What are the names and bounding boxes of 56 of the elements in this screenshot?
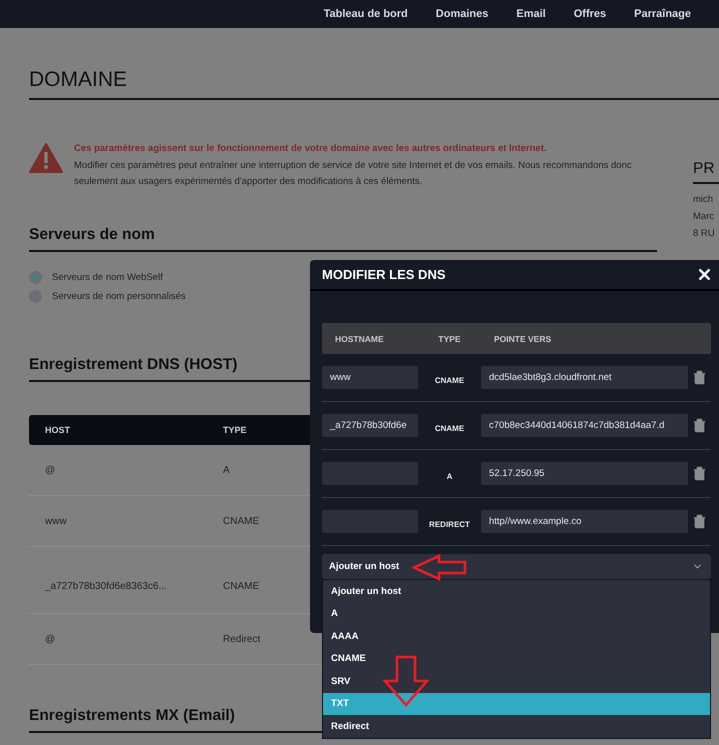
trash-icon[interactable] — [692, 514, 707, 529]
table-cell-text: CNAME — [223, 580, 260, 592]
hostname-field[interactable]: www — [322, 366, 418, 389]
dropdown-option[interactable]: SRV — [323, 670, 710, 692]
hostname-field[interactable] — [322, 510, 418, 533]
target-field[interactable]: 52.17.250.95 — [481, 462, 688, 485]
table-cell: CNAME — [223, 516, 260, 526]
column-header: HOSTNAME — [334, 334, 385, 344]
trash-icon[interactable] — [692, 370, 707, 385]
nav-link[interactable]: Email — [502, 8, 560, 20]
radio-button[interactable] — [29, 271, 42, 284]
nav-link[interactable]: Offres — [560, 8, 620, 20]
column-header: TYPE — [223, 425, 247, 435]
trash-icon[interactable] — [692, 466, 707, 481]
table-cell-text: _a727b78b30fd6e8363c6... — [45, 580, 167, 592]
column-header: HOST — [45, 425, 70, 435]
record-type: REDIRECT — [428, 519, 471, 529]
warning-text: Modifier ces paramètres peut entraîner une interruption de service de votre site Internet et de vos emails. Nous recommandons donc seulement aux usagers expérimentés d'apporter des modifications à ces éléments. — [74, 159, 633, 189]
page-title: DOMAINE — [29, 68, 719, 100]
dropdown-option[interactable]: CNAME — [323, 648, 710, 670]
nav-link[interactable]: Parraînage — [620, 8, 705, 20]
hostname-field[interactable] — [322, 462, 418, 485]
close-icon[interactable] — [696, 266, 713, 283]
record-type: A — [446, 471, 454, 481]
target-field[interactable]: http//www.example.co — [481, 510, 688, 533]
table-cell: www — [45, 516, 67, 526]
panel-heading: PR — [693, 160, 719, 184]
panel-text: Marc — [693, 211, 714, 222]
target-field[interactable]: dcd5lae3bt8g3.cloudfront.net — [481, 366, 688, 389]
down-arrow-icon — [383, 655, 429, 707]
section-heading: Serveurs de nom — [29, 226, 657, 252]
host-type-select[interactable]: Ajouter un host — [322, 554, 711, 579]
table-cell: @ — [45, 464, 56, 476]
column-header: TYPE — [437, 334, 462, 344]
column-header: POINTE VERS — [493, 334, 552, 344]
nav-link[interactable]: Tableau de bord — [310, 8, 422, 20]
table-cell: Redirect — [223, 634, 260, 644]
dialog-title: MODIFIER LES DNS — [322, 267, 446, 282]
record-type: CNAME — [434, 375, 466, 385]
table-cell: A — [223, 464, 230, 476]
record-type: CNAME — [434, 423, 466, 433]
table-cell: @ — [45, 634, 56, 644]
hostname-field[interactable]: _a727b78b30fd6e — [322, 414, 418, 437]
nav-link[interactable]: Domaines — [422, 8, 502, 20]
trash-icon[interactable] — [692, 418, 707, 433]
warning-icon — [29, 143, 63, 173]
dropdown-option[interactable]: A — [323, 602, 710, 625]
left-arrow-icon — [412, 554, 468, 581]
target-field[interactable]: c70b8ec3440d14061874c7db381d4aa7.d — [481, 414, 688, 437]
dropdown-option[interactable]: Ajouter un host — [323, 580, 710, 602]
panel-text: mich — [693, 194, 714, 205]
radio-label: Serveurs de nom WebSelf — [52, 272, 163, 283]
dropdown-option[interactable]: AAAA — [323, 625, 710, 648]
radio-label: Serveurs de nom personnalisés — [52, 291, 186, 302]
warning-title: Ces paramètres agissent sur le fonctionnement de votre domaine avec les autres ordinateurs et Internet. — [74, 143, 548, 154]
panel-text: 8 RU — [693, 228, 715, 239]
